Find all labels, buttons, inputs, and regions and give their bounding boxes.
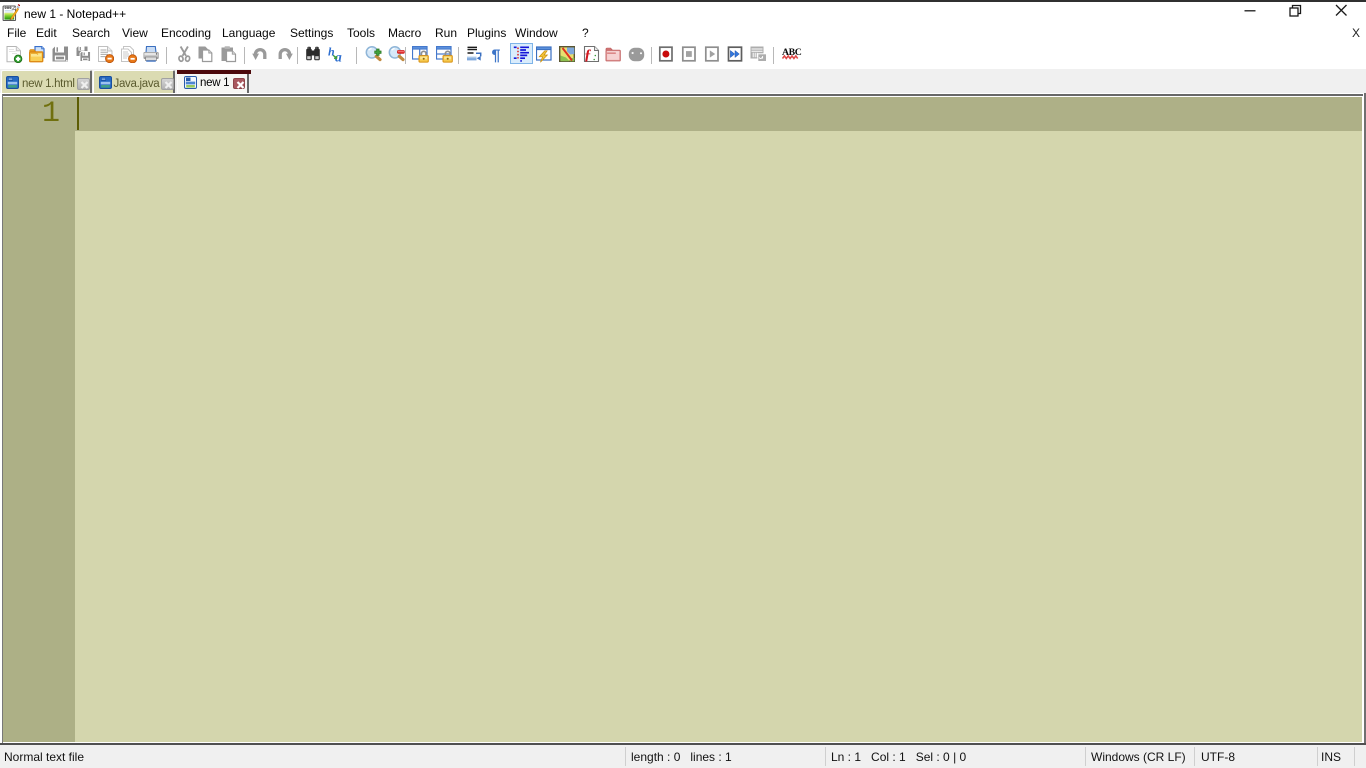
svg-text:¶: ¶ <box>491 48 500 64</box>
svg-text:ƒ: ƒ <box>584 47 592 63</box>
